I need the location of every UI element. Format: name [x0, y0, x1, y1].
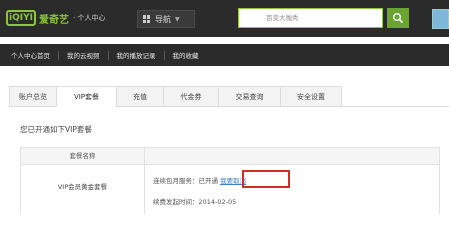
table-header: 套餐名称 — [21, 148, 439, 165]
column-divider — [144, 148, 145, 214]
service-status: 连续包月服务：已开通 — [153, 177, 218, 185]
logo-badge: iQIYI — [6, 10, 36, 26]
search-icon — [393, 13, 404, 24]
nav-menu-label: 导航 — [155, 14, 171, 24]
subnav-item-cloud-video[interactable]: 我的云视频 — [67, 50, 100, 60]
logo-text: 爱奇艺 — [39, 14, 69, 26]
divider — [107, 50, 109, 60]
account-tabs: 账户总览 VIP套餐 充值 代金券 交易查询 安全设置 — [9, 86, 342, 107]
renewal-date: 续费发起时间：2014-02-05 — [153, 198, 237, 206]
vip-package-table: 套餐名称 VIP会员黄金套餐 连续包月服务：已开通 我要取消 续费发起时间：20… — [20, 147, 440, 214]
secondary-nav: 个人中心首页 我的云视频 我的播放记录 我的收藏 — [0, 44, 449, 66]
tab-voucher[interactable]: 代金券 — [163, 86, 218, 107]
tab-recharge[interactable]: 充值 — [116, 86, 163, 107]
tab-transactions[interactable]: 交易查询 — [218, 86, 280, 107]
tab-vip-package[interactable]: VIP套餐 — [56, 86, 116, 107]
subnav-item-favorites[interactable]: 我的收藏 — [173, 50, 199, 60]
column-header-package-name: 套餐名称 — [69, 152, 96, 160]
logo-subtitle: · 个人中心 — [73, 14, 106, 22]
service-status-line: 连续包月服务：已开通 我要取消 — [153, 175, 246, 185]
package-name: VIP会员黄金套餐 — [57, 183, 108, 191]
chevron-down-icon: ▼ — [175, 15, 180, 23]
avatar[interactable] — [432, 9, 449, 29]
divider — [58, 50, 59, 60]
site-logo[interactable]: iQIYI 爱奇艺 · 个人中心 — [6, 9, 105, 27]
vip-notice: 您已开通如下VIP套餐 — [20, 125, 92, 134]
grid-icon — [143, 15, 151, 23]
subnav-item-home[interactable]: 个人中心首页 — [11, 50, 50, 60]
divider — [163, 50, 165, 60]
tab-account-overview[interactable]: 账户总览 — [9, 86, 56, 107]
top-header: iQIYI 爱奇艺 · 个人中心 导航 ▼ 百变大咖秀 — [0, 0, 449, 37]
highlight-box — [242, 170, 290, 188]
tab-security[interactable]: 安全设置 — [280, 86, 342, 107]
search-button[interactable] — [387, 8, 409, 28]
nav-menu-button[interactable]: 导航 ▼ — [137, 10, 195, 28]
subnav-item-history[interactable]: 我的播放记录 — [117, 50, 156, 60]
search-input[interactable]: 百变大咖秀 — [238, 8, 383, 28]
